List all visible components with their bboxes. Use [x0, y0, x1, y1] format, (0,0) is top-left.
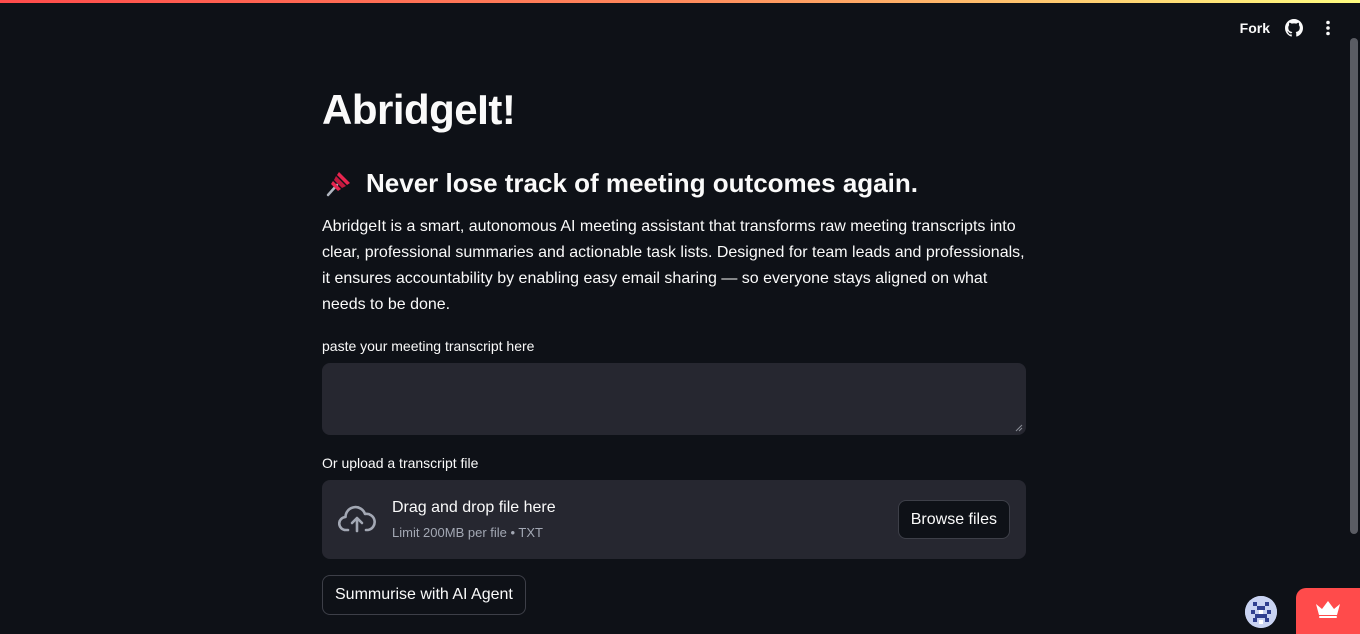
pushpin-icon: [322, 166, 356, 200]
cloud-upload-icon: [337, 505, 376, 535]
app-toolbar: Fork: [1240, 18, 1338, 38]
avatar[interactable]: [1245, 596, 1277, 628]
file-dropzone[interactable]: Drag and drop file here Limit 200MB per …: [322, 480, 1026, 559]
top-decoration-bar: [0, 0, 1360, 3]
dropzone-limit: Limit 200MB per file • TXT: [392, 524, 543, 540]
dropzone-text: Drag and drop file here Limit 200MB per …: [392, 497, 898, 543]
github-icon[interactable]: [1284, 18, 1304, 38]
transcript-textarea[interactable]: [322, 363, 1026, 435]
app-description: AbridgeIt is a smart, autonomous AI meet…: [322, 218, 1025, 313]
subtitle-heading: Never lose track of meeting outcomes aga…: [322, 166, 1026, 200]
transcript-label: paste your meeting transcript here: [322, 338, 535, 354]
summarise-button[interactable]: Summurise with AI Agent: [322, 575, 526, 615]
vertical-dots-icon[interactable]: [1318, 18, 1338, 38]
resize-grip-icon[interactable]: [1015, 424, 1023, 432]
manage-app-button[interactable]: [1296, 588, 1360, 634]
fork-link[interactable]: Fork: [1240, 20, 1270, 36]
browse-files-button[interactable]: Browse files: [897, 500, 1010, 539]
subtitle-text: Never lose track of meeting outcomes aga…: [366, 168, 918, 198]
main-content: AbridgeIt! Never lose track of meeting o…: [322, 84, 1026, 615]
dropzone-title: Drag and drop file here: [392, 498, 556, 516]
upload-label: Or upload a transcript file: [322, 455, 479, 471]
page-scrollbar[interactable]: [1350, 38, 1358, 534]
page-title: AbridgeIt!: [322, 86, 516, 133]
crown-icon: [1315, 600, 1341, 623]
